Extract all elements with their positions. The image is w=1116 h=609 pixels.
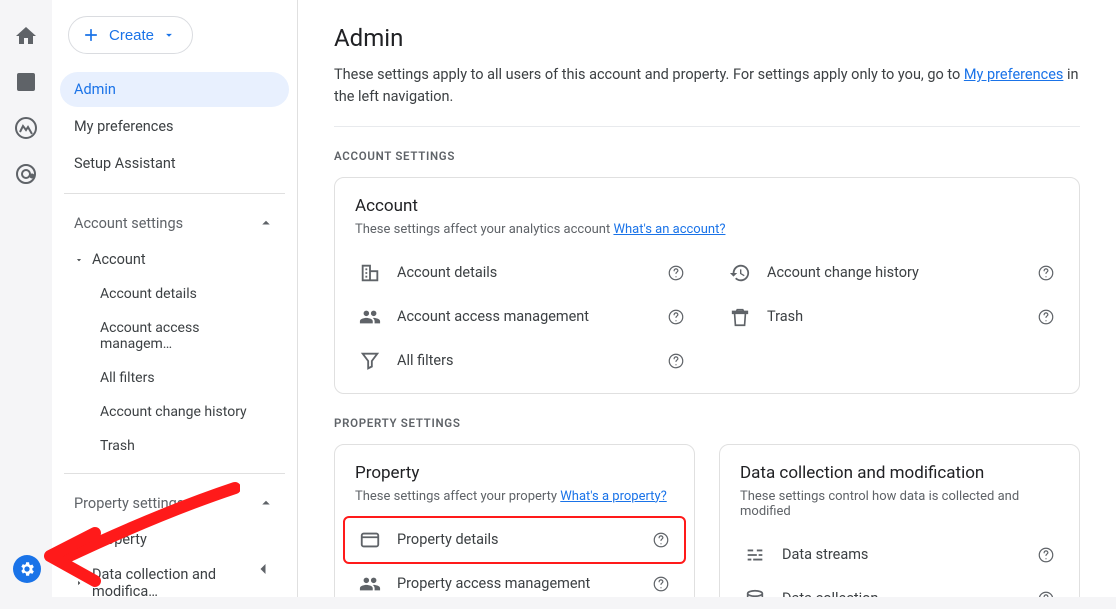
create-label: Create [109,27,154,44]
data-collection-card: Data collection and modification These s… [719,444,1080,598]
property-card: Property These settings affect your prop… [334,444,695,598]
data-collection-link[interactable]: Data collection [740,577,1059,598]
section-account-settings[interactable]: Account settings [60,204,289,242]
triangle-down-icon [74,255,84,265]
trash-link[interactable]: Trash [725,295,1059,339]
triangle-right-icon [74,535,84,545]
help-icon[interactable] [1037,264,1055,282]
group-icon [359,306,381,328]
card-desc: These settings affect your property What… [355,489,674,504]
chevron-up-icon [257,214,275,232]
intro-text: These settings apply to all users of thi… [334,64,1080,127]
help-icon[interactable] [1037,308,1055,326]
sidebar-item-history[interactable]: Account change history [60,395,289,429]
streams-icon [744,544,766,566]
account-history-link[interactable]: Account change history [725,251,1059,295]
create-button[interactable]: Create [68,16,193,54]
chevron-up-icon [257,494,275,512]
sidebar-item-all-filters[interactable]: All filters [60,361,289,395]
sidebar-item-property[interactable]: Property [60,522,289,557]
sidebar-item-account-access[interactable]: Account access managem… [60,311,289,361]
whats-property-link[interactable]: What's a property? [560,489,666,504]
card-desc: These settings control how data is colle… [740,489,1059,519]
home-icon[interactable] [14,24,38,48]
card-icon [359,529,381,551]
card-title: Data collection and modification [740,463,1059,483]
card-desc: These settings affect your analytics acc… [355,222,1059,237]
my-preferences-link[interactable]: My preferences [964,66,1064,83]
triangle-right-icon [74,578,84,588]
account-details-link[interactable]: Account details [355,251,689,295]
data-streams-link[interactable]: Data streams [740,533,1059,577]
reports-icon[interactable] [14,70,38,94]
account-access-link[interactable]: Account access management [355,295,689,339]
card-title: Account [355,196,1059,216]
sidebar-item-account[interactable]: Account [60,242,289,277]
database-icon [744,588,766,598]
plus-icon [81,25,101,45]
divider [64,473,285,474]
sidebar-item-setup-assistant[interactable]: Setup Assistant [60,146,289,181]
help-icon[interactable] [652,575,670,593]
main-content: Admin These settings apply to all users … [298,0,1116,597]
property-settings-label: PROPERTY SETTINGS [334,416,1080,430]
help-icon[interactable] [667,352,685,370]
icon-rail [0,0,52,597]
help-icon[interactable] [667,308,685,326]
help-icon[interactable] [667,264,685,282]
sidebar-item-account-details[interactable]: Account details [60,277,289,311]
collapse-sidebar-button[interactable] [249,555,277,583]
property-access-link[interactable]: Property access management [355,562,674,598]
dropdown-icon [162,28,176,42]
sidebar-item-admin[interactable]: Admin [60,72,289,107]
sidebar: Create Admin My preferences Setup Assist… [52,0,298,597]
trash-icon [729,306,751,328]
card-title: Property [355,463,674,483]
whats-account-link[interactable]: What's an account? [613,222,725,237]
admin-gear-icon[interactable] [13,555,41,583]
help-icon[interactable] [652,531,670,549]
sidebar-item-my-preferences[interactable]: My preferences [60,109,289,144]
page-title: Admin [334,24,1080,52]
sidebar-item-trash[interactable]: Trash [60,429,289,463]
property-details-link[interactable]: Property details [343,516,686,564]
help-icon[interactable] [1037,546,1055,564]
all-filters-link[interactable]: All filters [355,339,689,383]
account-card: Account These settings affect your analy… [334,177,1080,394]
help-icon[interactable] [1037,590,1055,598]
advertising-icon[interactable] [14,162,38,186]
group-icon [359,573,381,595]
domain-icon [359,262,381,284]
filter-icon [359,350,381,372]
account-settings-label: ACCOUNT SETTINGS [334,149,1080,163]
explore-icon[interactable] [14,116,38,140]
divider [64,193,285,194]
section-property-settings[interactable]: Property settings [60,484,289,522]
history-icon [729,262,751,284]
